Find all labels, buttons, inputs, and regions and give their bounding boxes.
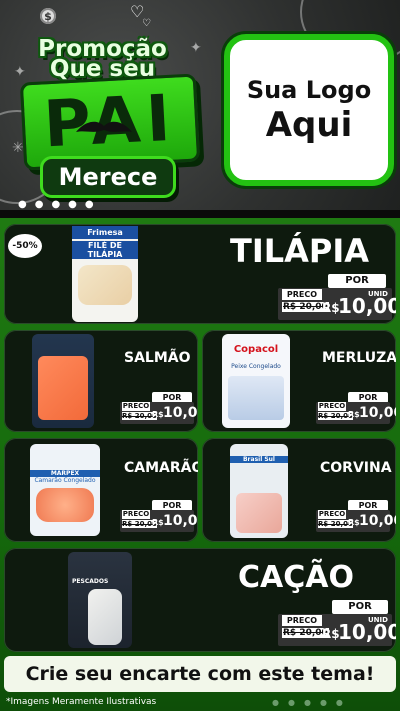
salmon-fillet-graphic	[38, 356, 88, 420]
price-box: PRECO R$ 20,00 R$ 10,00	[316, 510, 396, 532]
product-card-salmao[interactable]: SALMÃO POR PRECO R$ 20,00 R$ 10,00	[4, 330, 198, 432]
logo-placeholder: Sua Logo Aqui	[224, 34, 394, 186]
fish-fillet-graphic	[236, 493, 282, 533]
logo-text-line2: Aqui	[265, 105, 353, 145]
tilapia-package-image: Frimesa FILÉ DE TILÁPIA	[72, 226, 138, 322]
footer-note: *Imagens Meramente Ilustrativas	[6, 697, 157, 707]
heart-icon: ♡	[142, 18, 151, 29]
preco-label: PRECO	[318, 510, 346, 519]
product-card-camarao[interactable]: MARPEX Camarão Congelado CAMARÃO POR PRE…	[4, 438, 198, 542]
package-text-line1: FILÉ DE	[72, 241, 138, 250]
product-name: CORVINA	[320, 460, 392, 476]
cacao-package-image: PESCADOS	[68, 552, 132, 648]
footer-dots: ●●●●●	[272, 698, 352, 707]
brand-label: Copacol	[233, 344, 279, 355]
brand-label: MARPEX	[30, 470, 100, 477]
product-name: MERLUZA	[322, 350, 396, 366]
por-label: POR	[332, 600, 388, 614]
package-text: Camarão Congelado	[34, 477, 96, 484]
currency: R$	[152, 518, 164, 527]
cta-banner[interactable]: Crie seu encarte com este tema!	[4, 656, 396, 692]
shrimp-graphic	[36, 488, 94, 522]
preco-label: PRECO	[282, 615, 322, 626]
product-card-merluza[interactable]: Copacol Peixe Congelado MERLUZA POR PREC…	[202, 330, 396, 432]
preco-label: PRECO	[318, 402, 346, 411]
currency: R$	[348, 518, 360, 527]
por-label: POR	[328, 274, 386, 288]
header-banner: ✦ ✦ ✳ ♡ ♡ $ $ $ Promoção Que seu PAI Mer…	[0, 0, 400, 212]
product-name: SALMÃO	[124, 350, 191, 366]
price-value: 10,00	[359, 513, 396, 529]
salmao-package-image	[32, 334, 94, 428]
currency: R$	[152, 410, 164, 419]
price-value: 10,00	[163, 513, 198, 529]
decorative-dots: ●●●●●	[18, 199, 102, 210]
price-value: 10,00	[338, 294, 396, 318]
currency: R$	[322, 627, 340, 641]
mustache-icon	[76, 121, 132, 132]
merece-title: Merece	[40, 156, 176, 198]
product-name: CAÇÃO	[238, 560, 354, 595]
package-text-line2: TILÁPIA	[72, 250, 138, 259]
brand-label: Frimesa	[72, 226, 138, 239]
price-value: 10,00	[163, 405, 198, 421]
brand-label: Brasil Sul	[230, 456, 288, 463]
discount-badge: -50%	[8, 234, 42, 258]
currency: R$	[348, 410, 360, 419]
preco-label: PRECO	[122, 402, 150, 411]
product-card-tilapia[interactable]: Frimesa FILÉ DE TILÁPIA TILÁPIA POR PREC…	[4, 224, 396, 324]
fish-fillet-graphic	[78, 265, 132, 305]
package-text: Peixe Congelado	[231, 363, 281, 370]
price-box: PRECO R$ 20,00 R$ 10,00	[120, 510, 198, 532]
preco-label: PRECO	[122, 510, 150, 519]
product-card-corvina[interactable]: Brasil Sul CORVINA POR PRECO R$ 20,00 R$…	[202, 438, 396, 542]
corvina-package-image: Brasil Sul	[230, 444, 288, 538]
product-name: CAMARÃO	[124, 460, 198, 476]
currency: R$	[322, 301, 340, 315]
price-value: 10,00	[359, 405, 396, 421]
fish-steak-graphic	[88, 589, 122, 645]
preco-label: PRECO	[282, 289, 322, 300]
price-box: PRECO R$ 20,00 UNID R$ 10,00	[278, 614, 396, 646]
price-box: PRECO R$ 20,00 R$ 10,00	[120, 402, 198, 424]
logo-text-line1: Sua Logo	[246, 76, 372, 104]
dollar-coin-icon: $	[40, 8, 56, 24]
package-text: PESCADOS	[72, 578, 109, 585]
camarao-package-image: MARPEX Camarão Congelado	[30, 444, 100, 536]
merluza-package-image: Copacol Peixe Congelado	[222, 334, 290, 428]
price-box: PRECO R$ 20,00 R$ 10,00	[316, 402, 396, 424]
header-divider	[0, 210, 400, 218]
product-card-cacao[interactable]: PESCADOS CAÇÃO POR PRECO R$ 20,00 UNID R…	[4, 548, 396, 652]
product-name: TILÁPIA	[230, 232, 370, 270]
fish-fillet-graphic	[228, 376, 284, 420]
price-box: PRECO R$ 20,00 UNID R$ 10,00	[278, 288, 396, 320]
price-value: 10,00	[338, 620, 396, 644]
